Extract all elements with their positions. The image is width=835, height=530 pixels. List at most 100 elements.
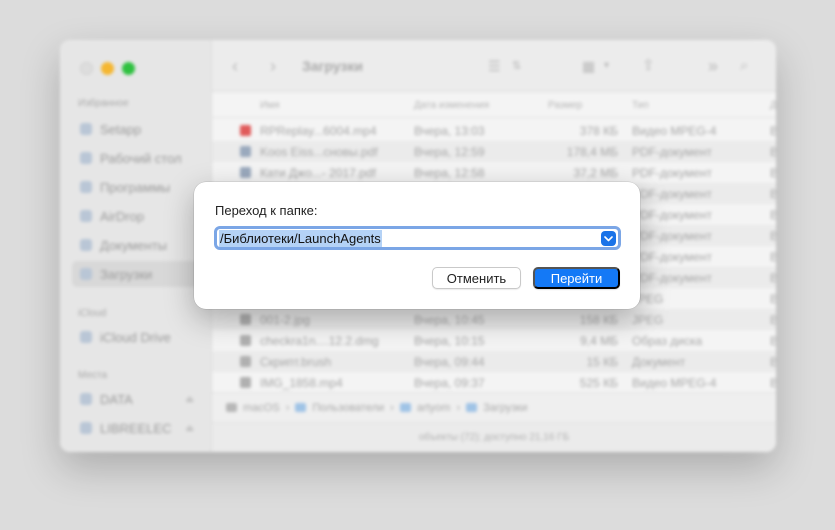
cell-extra: В: [770, 271, 776, 285]
cell-extra: В: [770, 376, 776, 390]
table-row[interactable]: checkra1n....12.2.dmg Вчера, 10:15 9,4 МБ О…: [212, 330, 776, 351]
desktop-icon: [80, 152, 92, 164]
table-row[interactable]: 001-2.jpg Вчера, 10:45 158 КБ JPEG В: [212, 309, 776, 330]
file-icon: [240, 314, 251, 325]
cell-name: Скрипт.brush: [260, 355, 332, 369]
forward-icon[interactable]: ›: [270, 56, 276, 76]
folder-icon: [466, 403, 478, 412]
cancel-button[interactable]: Отменить: [432, 267, 521, 289]
cell-extra: В: [770, 145, 776, 159]
cell-size: 9,4 МБ: [580, 334, 618, 348]
path-segment[interactable]: artyom: [417, 402, 451, 414]
path-history-dropdown[interactable]: [601, 231, 616, 246]
folder-path-input[interactable]: /Библиотеки/LaunchAgents: [214, 226, 621, 250]
go-to-folder-dialog: Переход к папке: /Библиотеки/LaunchAgent…: [194, 182, 640, 309]
cell-name: 001-2.jpg: [260, 313, 311, 327]
eject-icon[interactable]: ⏏: [185, 423, 194, 434]
column-size[interactable]: Размер: [548, 100, 624, 111]
cell-date: Вчера, 12:59: [414, 145, 485, 159]
sidebar-item-label: Загрузки: [100, 266, 153, 282]
go-button[interactable]: Перейти: [533, 267, 620, 289]
cloud-icon: [80, 331, 92, 343]
cell-kind: PDF-документ: [632, 250, 712, 264]
group-icon[interactable]: ▦: [582, 56, 595, 76]
status-bar: объекты (72); доступно 21,16 ГБ: [212, 422, 776, 452]
column-name[interactable]: Имя: [260, 100, 410, 111]
cell-date: Вчера, 12:58: [414, 166, 485, 180]
sidebar-item-label: DATA: [100, 391, 133, 407]
folder-icon: [295, 403, 307, 412]
airdrop-icon: [80, 210, 92, 222]
sidebar-item-applications[interactable]: Программы: [72, 174, 204, 200]
documents-icon: [80, 239, 92, 251]
sidebar-item-label: Программы: [100, 179, 171, 195]
share-icon[interactable]: ⇪: [642, 56, 655, 76]
search-icon[interactable]: ⌕: [740, 56, 748, 76]
cell-size: 178,4 МБ: [566, 145, 618, 159]
file-icon: [240, 125, 251, 136]
sidebar-item-documents[interactable]: Документы: [72, 232, 204, 258]
close-window-button[interactable]: [80, 62, 93, 75]
column-kind[interactable]: Тип: [632, 100, 764, 111]
column-date[interactable]: Дата изменения: [414, 100, 540, 111]
cell-kind: PDF-документ: [632, 166, 712, 180]
cell-date: Вчера, 10:15: [414, 334, 485, 348]
column-extra[interactable]: Д: [770, 100, 776, 111]
sidebar-heading-locations: Места: [78, 370, 108, 381]
cell-date: Вчера, 10:45: [414, 313, 485, 327]
sidebar-item-downloads[interactable]: Загрузки: [72, 261, 204, 287]
finder-sidebar: Избранное Setapp Рабочий стол Программы …: [60, 40, 212, 452]
path-separator-icon: ›: [456, 401, 461, 414]
cell-name: IMG_1858.mp4: [260, 376, 343, 390]
sidebar-item-label: iCloud Drive: [100, 329, 171, 345]
sidebar-item-airdrop[interactable]: AirDrop: [72, 203, 204, 229]
table-row[interactable]: Скрипт.brush Вчера, 09:44 15 КБ Документ В: [212, 351, 776, 372]
dialog-title: Переход к папке:: [215, 203, 318, 218]
app-icon: [80, 123, 92, 135]
sidebar-item-desktop[interactable]: Рабочий стол: [72, 145, 204, 171]
chevron-down-icon[interactable]: ▾: [604, 56, 609, 76]
sidebar-item-data[interactable]: DATA ⏏: [72, 386, 204, 412]
cell-name: Кати Джо...- 2017.pdf: [260, 166, 376, 180]
cell-extra: В: [770, 187, 776, 201]
cell-size: 525 КБ: [579, 376, 618, 390]
cell-date: Вчера, 09:37: [414, 376, 485, 390]
cell-size: 378 КБ: [579, 124, 618, 138]
cell-name: RPReplay...6004.mp4: [260, 124, 377, 138]
cell-extra: В: [770, 124, 776, 138]
disk-icon: [226, 403, 237, 412]
window-title: Загрузки: [302, 58, 363, 74]
cell-kind: PDF-документ: [632, 208, 712, 222]
path-segment[interactable]: Пользователи: [312, 402, 384, 414]
path-separator-icon: ›: [390, 401, 394, 414]
list-view-icon[interactable]: ☰: [488, 56, 501, 76]
downloads-icon: [80, 268, 92, 280]
more-icon[interactable]: »: [708, 56, 718, 76]
cell-extra: В: [770, 166, 776, 180]
sidebar-item-icloud-drive[interactable]: iCloud Drive: [72, 324, 204, 350]
minimize-window-button[interactable]: [101, 62, 114, 75]
path-segment[interactable]: macOS: [243, 402, 280, 414]
sidebar-item-label: Рабочий стол: [100, 150, 182, 166]
sidebar-item-setapp[interactable]: Setapp: [72, 116, 204, 142]
chevron-down-icon: [604, 235, 613, 241]
sort-chevron-icon[interactable]: ⇅: [512, 56, 521, 76]
back-icon[interactable]: ‹: [232, 56, 238, 76]
cell-date: Вчера, 13:03: [414, 124, 485, 138]
table-row[interactable]: RPReplay...6004.mp4 Вчера, 13:03 378 КБ Вид…: [212, 120, 776, 141]
table-row[interactable]: IMG_1858.mp4 Вчера, 09:37 525 КБ Видео MPEG…: [212, 372, 776, 393]
zoom-window-button[interactable]: [122, 62, 135, 75]
sidebar-item-libreelec[interactable]: LIBREELEC ⏏: [72, 415, 204, 441]
eject-icon[interactable]: ⏏: [185, 394, 194, 405]
table-row[interactable]: Кати Джо...- 2017.pdf Вчера, 12:58 37,2 МБ…: [212, 162, 776, 183]
cell-date: Вчера, 09:44: [414, 355, 485, 369]
drive-icon: [80, 393, 92, 405]
path-segment[interactable]: Загрузки: [483, 402, 527, 414]
cell-kind: PDF-документ: [632, 229, 712, 243]
table-row[interactable]: Koos Eiss...сновы.pdf Вчера, 12:59 178,4 М…: [212, 141, 776, 162]
sidebar-heading-icloud: iCloud: [78, 308, 107, 319]
cell-kind: Документ: [632, 355, 686, 369]
cell-kind: PDF-документ: [632, 271, 712, 285]
cell-kind: Видео MPEG-4: [632, 376, 717, 390]
folder-path-value[interactable]: /Библиотеки/LaunchAgents: [219, 229, 382, 247]
